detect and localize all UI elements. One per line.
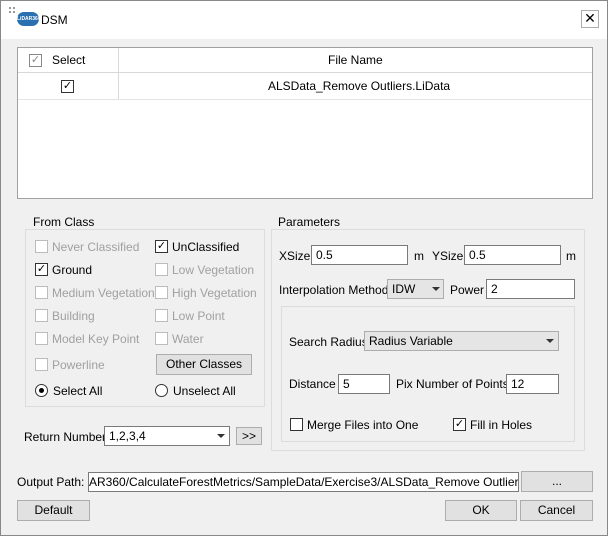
merge-files-checkbox[interactable] [290,418,303,431]
unclassified-checkbox[interactable]: ✓ [155,240,168,253]
unclassified-label: UnClassified [172,240,240,254]
file-row-name: ALSData_Remove Outliers.LiData [268,79,451,93]
app-logo-icon: LiDAR360 [17,12,39,26]
search-radius-value: Radius Variable [369,334,453,348]
default-button[interactable]: Default [17,500,90,521]
powerline-label: Powerline [52,358,105,372]
table-header [18,48,592,73]
power-input[interactable]: 2 [486,279,575,299]
number-of-points-input[interactable]: 12 [506,374,559,394]
header-file-name: File Name [328,53,383,67]
water-label: Water [172,332,204,346]
ok-button[interactable]: OK [445,500,517,521]
building-label: Building [52,309,95,323]
interpolation-method-label: Interpolation Method [279,283,389,297]
distance-label: Distance [289,377,336,391]
low-vegetation-checkbox[interactable] [155,263,168,276]
fill-in-holes-checkbox[interactable]: ✓ [453,418,466,431]
ysize-input[interactable]: 0.5 [464,245,561,265]
cancel-button[interactable]: Cancel [520,500,593,521]
parameters-title: Parameters [276,215,343,229]
ground-checkbox[interactable]: ✓ [35,263,48,276]
distance-unit: Pix [396,377,413,391]
select-all-label: Select All [53,384,103,398]
add-return-number-button[interactable]: >> [236,427,262,445]
dsm-dialog: LiDAR360 DSM ✕ ✓ Select File Name ✓ ALSD… [0,0,608,536]
low-vegetation-label: Low Vegetation [172,263,255,277]
file-row-checkbox[interactable]: ✓ [61,80,74,93]
power-label: Power [450,283,485,297]
chevron-down-icon [217,434,225,438]
return-number-label: Return Number [24,430,107,444]
distance-input[interactable]: 5 [338,374,390,394]
never-classified-label: Never Classified [52,240,140,254]
return-number-select[interactable]: 1,2,3,4 [104,426,230,446]
model-key-point-checkbox[interactable] [35,332,48,345]
browse-button[interactable]: ... [521,471,593,492]
return-number-value: 1,2,3,4 [109,429,146,443]
low-point-checkbox[interactable] [155,309,168,322]
other-classes-button[interactable]: Other Classes [156,354,252,375]
row-divider [18,99,592,100]
unselect-all-label: Unselect All [173,384,236,398]
xsize-label: XSize [279,249,311,263]
powerline-checkbox[interactable] [35,358,48,371]
window-title: DSM [41,13,68,27]
interpolation-method-select[interactable]: IDW [387,279,444,299]
building-checkbox[interactable] [35,309,48,322]
low-point-label: Low Point [172,309,225,323]
medium-vegetation-label: Medium Vegetation [52,286,155,300]
never-classified-checkbox[interactable] [35,240,48,253]
file-table: ✓ Select File Name ✓ ALSData_Remove Outl… [17,47,593,199]
ysize-unit: m [566,249,576,263]
number-of-points-label: Number of Points [416,377,509,391]
high-vegetation-checkbox[interactable] [155,286,168,299]
interpolation-method-value: IDW [392,282,416,296]
xsize-unit: m [414,249,424,263]
high-vegetation-label: High Vegetation [172,286,257,300]
xsize-input[interactable]: 0.5 [311,245,408,265]
title-bar[interactable]: LiDAR360 DSM ✕ [1,1,607,39]
search-radius-select[interactable]: Radius Variable [364,331,559,351]
output-path-label: Output Path: [17,475,85,489]
from-class-title: From Class [31,215,97,229]
close-button[interactable]: ✕ [581,10,599,28]
output-path-input[interactable]: AR360/CalculateForestMetrics/SampleData/… [88,472,519,492]
chevron-down-icon [546,339,554,343]
ysize-label: YSize [432,249,464,263]
chevron-down-icon [432,287,440,291]
select-all-files-checkbox[interactable]: ✓ [29,54,42,67]
water-checkbox[interactable] [155,332,168,345]
merge-files-label: Merge Files into One [307,418,419,432]
fill-in-holes-label: Fill in Holes [470,418,533,432]
medium-vegetation-checkbox[interactable] [35,286,48,299]
select-all-radio[interactable] [35,384,48,397]
search-radius-label: Search Radius [289,335,368,349]
header-select: Select [52,53,86,67]
ground-label: Ground [52,263,93,277]
model-key-point-label: Model Key Point [52,332,140,346]
unselect-all-radio[interactable] [155,384,168,397]
column-divider [118,48,119,100]
